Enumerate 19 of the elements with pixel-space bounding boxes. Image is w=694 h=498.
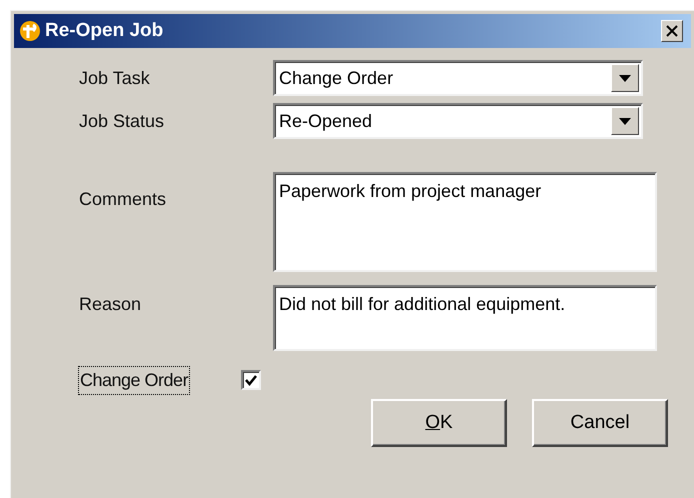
field-label: Job Task [79,66,151,90]
window-title: Re-Open Job [45,18,164,43]
dropdown-arrow-icon [619,118,631,124]
ok-button[interactable]: OK [371,399,507,447]
field-label: Job Status [79,110,166,132]
cancel-button[interactable]: Cancel [532,399,668,447]
close-button[interactable] [661,20,683,42]
field-label: Change Order [79,366,190,394]
check-mark-icon [245,374,258,386]
close-icon [666,25,678,37]
dropdown-arrow-icon [619,74,631,82]
dropdown[interactable]: Re-Opened [273,103,643,139]
field-label: Reason [79,293,142,316]
text-area[interactable]: Did not bill for additional equipment. [273,285,657,351]
text-area[interactable]: Paperwork from project manager [273,172,657,272]
dropdown[interactable]: Change Order [273,60,643,96]
app-logo-icon [18,19,42,43]
checkbox[interactable] [241,370,262,390]
field-label: Comments [79,188,168,211]
